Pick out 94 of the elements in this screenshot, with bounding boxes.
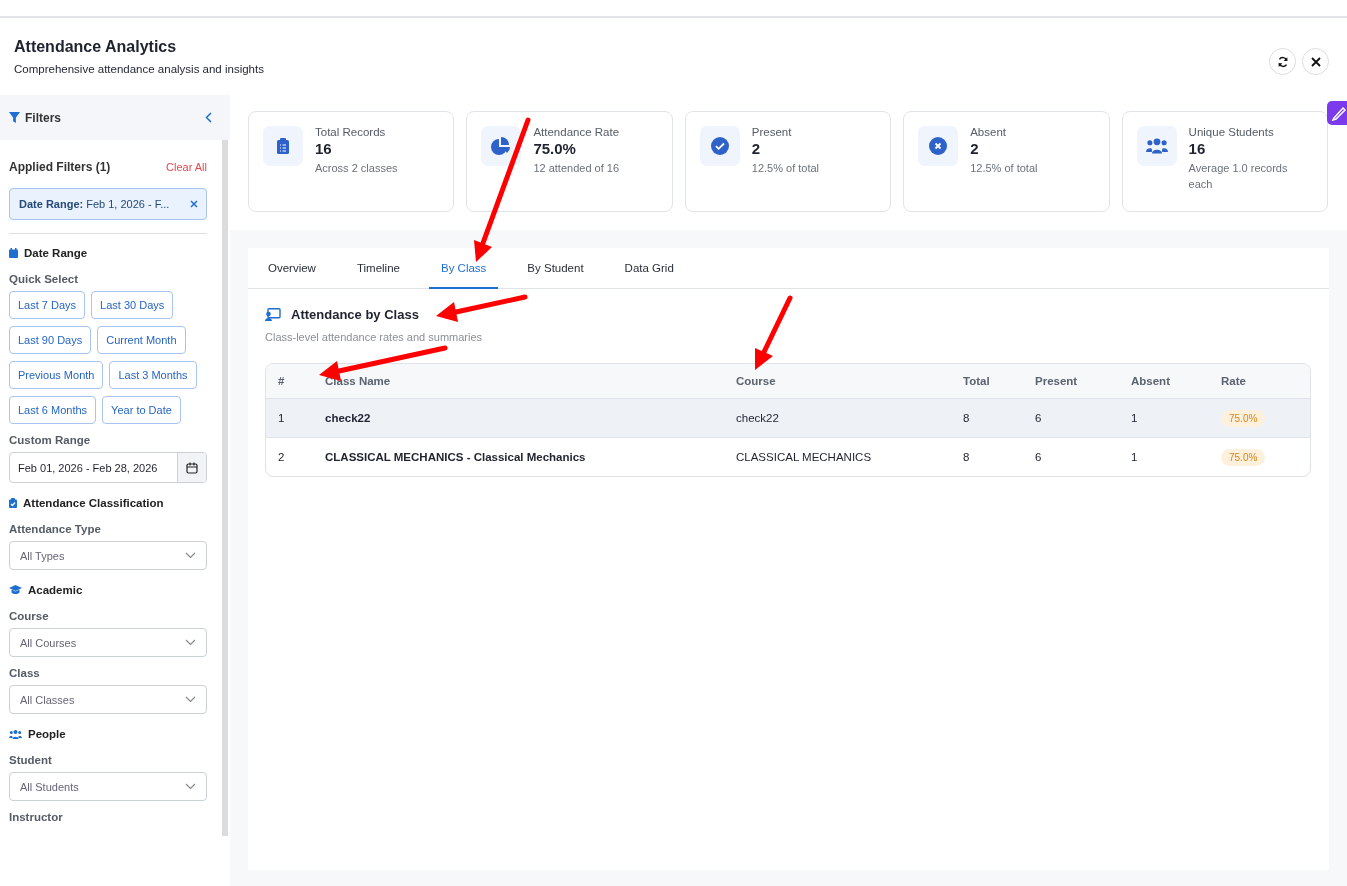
- page-subtitle: Comprehensive attendance analysis and insights: [14, 63, 264, 75]
- field-label: Course: [9, 610, 50, 622]
- table-cell-text: 6: [1035, 412, 1043, 424]
- table-cell-text: CLASSICAL MECHANICS: [736, 451, 873, 463]
- chevron-down-icon: [185, 639, 196, 646]
- stat-label: Unique Students: [1188, 126, 1275, 138]
- quick-select-button[interactable]: Last 90 Days: [9, 326, 92, 354]
- stat-value: 16: [315, 140, 333, 157]
- field-label: Instructor: [9, 811, 64, 823]
- graduation-cap-icon: [9, 585, 22, 595]
- stat-note: 12.5% of total: [751, 161, 820, 176]
- stat-value: 75.0%: [533, 140, 577, 157]
- x-circle-icon: [929, 137, 948, 155]
- check-circle-icon: [710, 137, 729, 155]
- table-cell-text: 2: [278, 451, 286, 463]
- chevron-down-icon: [185, 783, 196, 790]
- stat-value: 16: [1188, 140, 1207, 157]
- tab[interactable]: Timeline: [344, 248, 412, 289]
- quick-select-button[interactable]: Last 3 Months: [109, 361, 197, 389]
- collapse-icon[interactable]: [205, 112, 212, 123]
- stat-label: Present: [751, 126, 793, 138]
- rate-badge: 75.0%: [1221, 410, 1266, 427]
- table-cell-text: 8: [963, 451, 971, 463]
- filters-title: Filters: [25, 110, 62, 125]
- table-cell-text: check22: [325, 412, 372, 424]
- field-label: Class: [9, 667, 41, 679]
- tab[interactable]: By Student: [515, 248, 596, 289]
- clipboard-icon: [277, 138, 289, 154]
- stat-note: 12.5% of total: [970, 161, 1038, 176]
- section-title: Attendance by Class: [291, 307, 419, 322]
- close-icon[interactable]: [190, 200, 198, 208]
- chevron-down-icon: [185, 696, 196, 703]
- presentation-icon: [265, 308, 281, 321]
- table-cell-text: 1: [1131, 451, 1139, 463]
- stat-note: 12 attended of 16: [533, 161, 620, 176]
- quick-select-button[interactable]: Year to Date: [102, 396, 181, 424]
- field-label: Custom Range: [9, 434, 92, 446]
- dropdown-field[interactable]: All Types: [9, 541, 207, 570]
- filter-section-title: Date Range: [24, 247, 88, 259]
- stat-value: 2: [751, 140, 762, 157]
- pen-button[interactable]: [1327, 101, 1347, 125]
- clear-all-link[interactable]: Clear All: [166, 161, 207, 173]
- table-cell-text: 6: [1035, 451, 1043, 463]
- table-cell-text: 1: [1131, 412, 1139, 424]
- refresh-icon: [1276, 55, 1289, 68]
- rate-badge: 75.0%: [1221, 449, 1266, 466]
- stat-note: Average 1.0 records each: [1188, 161, 1289, 192]
- filter-section-title: People: [28, 728, 66, 740]
- applied-filters-title: Applied Filters (1): [9, 160, 111, 174]
- field-label: Quick Select: [9, 273, 80, 285]
- column-header: Rate: [1221, 375, 1247, 387]
- dropdown-field[interactable]: All Classes: [9, 685, 207, 714]
- quick-select-button[interactable]: Last 7 Days: [9, 291, 86, 319]
- quick-select-button[interactable]: Last 30 Days: [91, 291, 174, 319]
- column-header: Course: [736, 375, 777, 387]
- table-row[interactable]: 1 check22 check22 8 6 1 75.0%: [266, 398, 1310, 437]
- table-row[interactable]: 2 CLASSICAL MECHANICS - Classical Mechanics CLASSICAL MECHANICS 8 6 1 75.0%: [266, 437, 1310, 476]
- tab[interactable]: Data Grid: [612, 248, 686, 289]
- field-label: Attendance Type: [9, 523, 102, 535]
- column-header: Present: [1035, 375, 1079, 387]
- table-cell-text: 1: [278, 412, 286, 424]
- quick-select-button[interactable]: Current Month: [97, 326, 186, 354]
- page-title: Attendance Analytics: [14, 38, 178, 56]
- refresh-button[interactable]: [1269, 48, 1296, 75]
- pie-chart-icon: [491, 137, 512, 155]
- field-label: Student: [9, 754, 53, 766]
- users-icon: [9, 729, 22, 739]
- quick-select-button[interactable]: Last 6 Months: [9, 396, 97, 424]
- chevron-down-icon: [185, 552, 196, 559]
- column-header: #: [278, 375, 286, 387]
- section-subtitle: Class-level attendance rates and summaries: [265, 331, 484, 343]
- tab[interactable]: Overview: [256, 248, 328, 289]
- table-cell-text: CLASSICAL MECHANICS - Classical Mechanics: [325, 451, 587, 463]
- stat-note: Across 2 classes: [315, 161, 398, 176]
- dropdown-field[interactable]: All Courses: [9, 628, 207, 657]
- filter-section-title: Attendance Classification: [23, 497, 164, 509]
- stat-label: Absent: [970, 126, 1007, 138]
- stat-label: Attendance Rate: [533, 126, 620, 138]
- calendar-icon: [9, 248, 18, 258]
- filter-icon: [9, 112, 20, 123]
- filter-chip[interactable]: Date Range: Feb 1, 2026 - F...: [9, 188, 207, 220]
- table-cell-text: 8: [963, 412, 971, 424]
- users-icon: [1145, 138, 1168, 154]
- quick-select-button[interactable]: Previous Month: [9, 361, 104, 389]
- table-cell-text: check22: [736, 412, 780, 424]
- stat-value: 2: [970, 140, 980, 157]
- stat-label: Total Records: [315, 126, 387, 138]
- filter-section-title: Academic: [28, 584, 83, 596]
- dropdown-field[interactable]: All Students: [9, 772, 207, 801]
- close-icon: [1310, 56, 1321, 67]
- column-header: Absent: [1131, 375, 1171, 387]
- clipboard-icon: [9, 498, 17, 508]
- column-header: Total: [963, 375, 991, 387]
- close-button[interactable]: [1302, 48, 1329, 75]
